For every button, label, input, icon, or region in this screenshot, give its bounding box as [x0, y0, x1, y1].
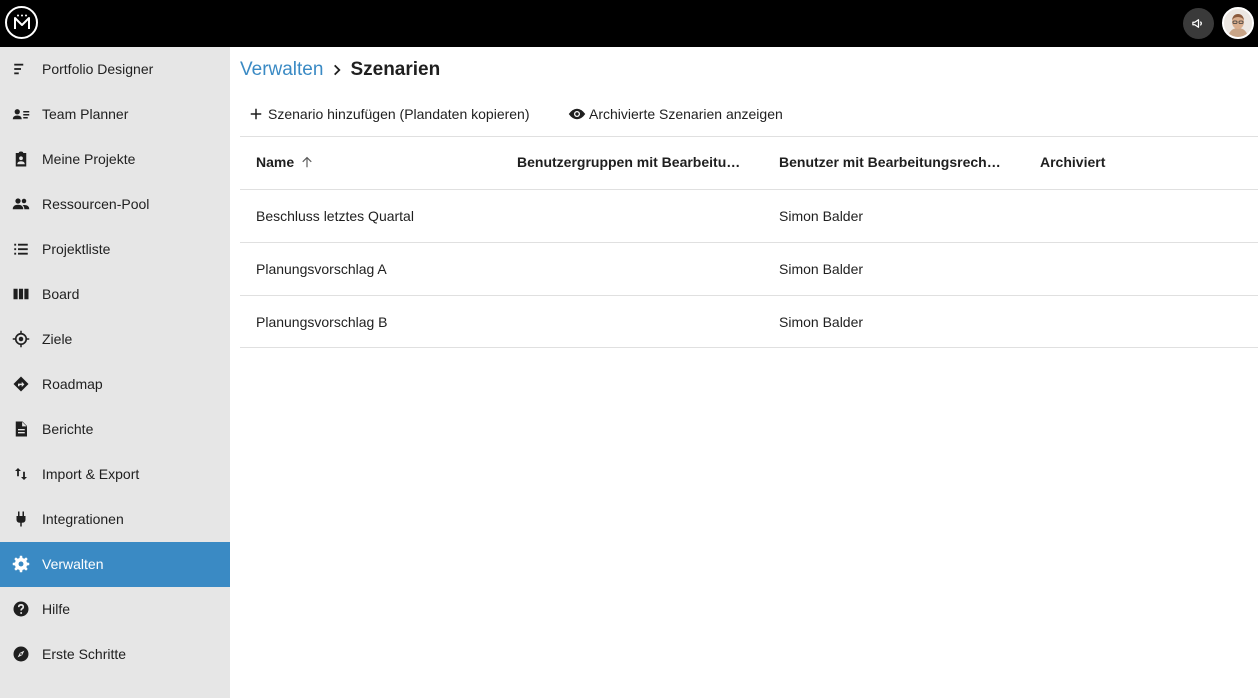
scenarios-table: Name Benutzergruppen mit Bearbeitu… Benu… [240, 136, 1258, 348]
column-header-archived[interactable]: Archiviert [1040, 154, 1240, 170]
sidebar-item-getting-started[interactable]: Erste Schritte [0, 632, 230, 677]
sidebar-item-label: Roadmap [42, 376, 103, 392]
sidebar-item-manage[interactable]: Verwalten [0, 542, 230, 587]
sidebar-nav: Portfolio Designer Team Planner Meine Pr… [0, 47, 230, 698]
table-row[interactable]: Planungsvorschlag B Simon Balder [240, 295, 1258, 348]
column-header-name[interactable]: Name [256, 154, 506, 170]
team-planner-icon [12, 105, 30, 123]
sidebar-item-team-planner[interactable]: Team Planner [0, 92, 230, 137]
plus-icon [247, 105, 265, 123]
target-icon [12, 330, 30, 348]
cell-users: Simon Balder [779, 314, 864, 330]
sidebar-item-label: Projektliste [42, 241, 111, 257]
sidebar-item-integrations[interactable]: Integrationen [0, 497, 230, 542]
brand-logo-glyph [13, 14, 30, 29]
column-header-user-groups[interactable]: Benutzergruppen mit Bearbeitu… [517, 154, 767, 170]
table-row[interactable]: Planungsvorschlag A Simon Balder [240, 242, 1258, 295]
help-icon [12, 600, 30, 618]
my-projects-icon [12, 150, 30, 168]
avatar-picture [1224, 9, 1252, 37]
sidebar-item-label: Import & Export [42, 466, 140, 482]
sidebar-item-label: Berichte [42, 421, 94, 437]
sidebar-item-label: Erste Schritte [42, 646, 127, 662]
document-icon [12, 420, 30, 438]
breadcrumb: Verwalten Szenarien [240, 58, 440, 82]
table-row[interactable]: Beschluss letztes Quartal Simon Balder [240, 189, 1258, 242]
sidebar-item-label: Hilfe [42, 601, 71, 617]
show-archived-label: Archivierte Szenarien anzeigen [589, 106, 783, 122]
sidebar-item-label: Ziele [42, 331, 73, 347]
portfolio-designer-icon [12, 60, 30, 78]
sidebar-item-label: Portfolio Designer [42, 61, 154, 77]
sidebar-item-roadmap[interactable]: Roadmap [0, 362, 230, 407]
top-bar [0, 0, 1258, 47]
sidebar-item-project-list[interactable]: Projektliste [0, 227, 230, 272]
roadmap-icon [12, 375, 30, 393]
sidebar-item-portfolio-designer[interactable]: Portfolio Designer [0, 47, 230, 92]
sidebar-item-goals[interactable]: Ziele [0, 317, 230, 362]
brand-logo-icon[interactable] [5, 6, 38, 39]
add-scenario-button[interactable]: Szenario hinzufügen (Plandaten kopieren) [247, 102, 530, 126]
sidebar-item-reports[interactable]: Berichte [0, 407, 230, 452]
sidebar-item-label: Team Planner [42, 106, 129, 122]
column-header-users[interactable]: Benutzer mit Bearbeitungsrech… [779, 154, 1029, 170]
sidebar-item-label: Meine Projekte [42, 151, 136, 167]
page-title: Szenarien [350, 59, 441, 80]
cell-users: Simon Balder [779, 261, 864, 277]
cell-name: Planungsvorschlag A [256, 261, 387, 277]
sidebar-item-resource-pool[interactable]: Ressourcen-Pool [0, 182, 230, 227]
add-scenario-label: Szenario hinzufügen (Plandaten kopieren) [268, 106, 530, 122]
sidebar-item-my-projects[interactable]: Meine Projekte [0, 137, 230, 182]
plug-icon [12, 510, 30, 528]
sidebar-item-help[interactable]: Hilfe [0, 587, 230, 632]
sidebar-item-label: Ressourcen-Pool [42, 196, 150, 212]
sidebar-item-label: Board [42, 286, 80, 302]
megaphone-glyph [1192, 19, 1202, 28]
chevron-right-icon [329, 62, 345, 78]
show-archived-button[interactable]: Archivierte Szenarien anzeigen [568, 102, 783, 126]
breadcrumb-link-manage[interactable]: Verwalten [240, 59, 323, 81]
table-header-row: Name Benutzergruppen mit Bearbeitu… Benu… [240, 136, 1258, 189]
gear-icon [12, 555, 30, 573]
import-export-icon [12, 465, 30, 483]
list-icon [12, 240, 30, 258]
cell-name: Beschluss letztes Quartal [256, 208, 414, 224]
resource-pool-icon [12, 195, 30, 213]
user-avatar[interactable] [1222, 7, 1254, 39]
board-icon [12, 285, 30, 303]
sidebar-item-label: Integrationen [42, 511, 124, 527]
cell-users: Simon Balder [779, 208, 864, 224]
sidebar-item-label: Verwalten [42, 556, 104, 572]
sidebar-item-board[interactable]: Board [0, 272, 230, 317]
eye-icon [568, 105, 586, 123]
sidebar-item-import-export[interactable]: Import & Export [0, 452, 230, 497]
arrow-up-icon [300, 155, 314, 169]
compass-icon [12, 645, 30, 663]
megaphone-icon[interactable] [1183, 8, 1214, 39]
cell-name: Planungsvorschlag B [256, 314, 388, 330]
